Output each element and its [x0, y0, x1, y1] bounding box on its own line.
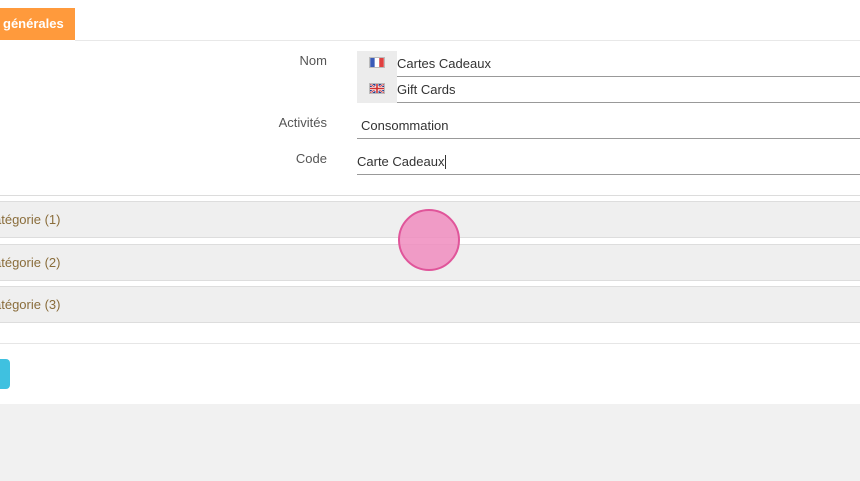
category-label: atégorie (2): [0, 255, 61, 270]
lang-switch-fr[interactable]: [357, 51, 397, 77]
form-divider: [0, 195, 860, 196]
activites-label: Activités: [278, 115, 327, 130]
code-input[interactable]: Carte Cadeaux: [357, 149, 860, 175]
lang-switch-gb[interactable]: [357, 77, 397, 103]
category-label: atégorie (3): [0, 297, 61, 312]
footer-divider: [0, 343, 860, 344]
code-input-value: Carte Cadeaux: [357, 154, 445, 169]
page: générales Nom Cartes Cadeaux Gift Cards …: [0, 0, 860, 481]
flag-gb-icon: [369, 83, 385, 94]
nom-label: Nom: [299, 53, 327, 68]
tab-underline: [75, 40, 860, 41]
nom-fr-input[interactable]: Cartes Cadeaux: [397, 51, 860, 77]
code-label: Code: [295, 151, 327, 166]
flag-fr-icon: [369, 57, 385, 68]
tab-generales[interactable]: générales: [0, 8, 75, 40]
nom-gb-input[interactable]: Gift Cards: [397, 77, 860, 103]
activites-select[interactable]: Consommation: [357, 113, 860, 139]
touch-indicator: [398, 209, 460, 271]
save-button[interactable]: [0, 359, 10, 389]
category-label: atégorie (1): [0, 212, 61, 227]
text-caret: [445, 154, 447, 169]
category-row-3[interactable]: atégorie (3): [0, 286, 860, 323]
